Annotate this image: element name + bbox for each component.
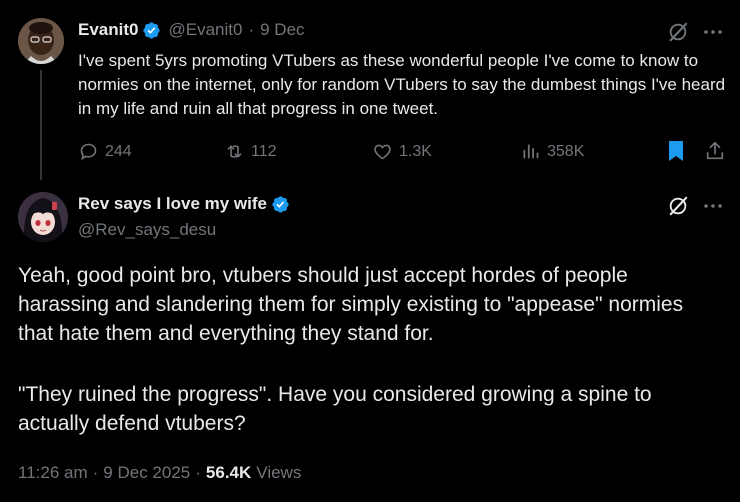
views-button[interactable]: 358K — [520, 141, 584, 162]
separator-dot: · — [248, 20, 255, 39]
reply-icon — [80, 143, 97, 161]
more-icon[interactable] — [701, 21, 725, 43]
like-button[interactable]: 1.3K — [372, 141, 432, 162]
like-icon — [374, 144, 391, 160]
main-display-name[interactable]: Rev says I love my wife — [78, 194, 267, 214]
repost-button[interactable]: 112 — [224, 141, 277, 162]
tweet-time[interactable]: 11:26 am — [18, 463, 88, 483]
thread-connector-line — [40, 70, 42, 180]
reply-count: 244 — [105, 142, 132, 160]
bookmark-icon[interactable] — [665, 139, 687, 163]
main-avatar[interactable] — [18, 192, 68, 242]
parent-tweet-text: I've spent 5yrs promoting VTubers as the… — [78, 51, 726, 118]
parent-avatar[interactable] — [18, 18, 64, 64]
more-icon[interactable] — [701, 195, 725, 217]
parent-handle[interactable]: @Evanit0 — [168, 20, 242, 40]
views-icon — [523, 144, 539, 159]
parent-display-name[interactable]: Evanit0 — [78, 20, 138, 40]
main-handle[interactable]: @Rev_says_desu — [78, 220, 216, 240]
share-icon[interactable] — [703, 139, 727, 163]
verified-badge-icon — [143, 21, 161, 39]
main-tweet-text-para1: Yeah, good point bro, vtubers should jus… — [18, 264, 684, 345]
verified-badge-icon — [272, 195, 289, 213]
repost-icon — [227, 145, 242, 158]
separator-dot: · — [195, 463, 201, 482]
tweet-date[interactable]: 9 Dec 2025 — [103, 463, 190, 483]
main-tweet-text-para2: "They ruined the progress". Have you con… — [18, 383, 652, 435]
grok-icon[interactable] — [667, 195, 689, 217]
views-total: 56.4K — [205, 463, 252, 482]
repost-count: 112 — [251, 142, 277, 160]
parent-date[interactable]: 9 Dec — [260, 20, 304, 40]
views-count: 358K — [547, 142, 585, 160]
grok-icon[interactable] — [667, 21, 689, 43]
reply-button[interactable]: 244 — [78, 141, 132, 162]
like-count: 1.3K — [399, 142, 432, 160]
separator-dot: · — [92, 463, 99, 482]
views-label: Views — [256, 463, 302, 482]
